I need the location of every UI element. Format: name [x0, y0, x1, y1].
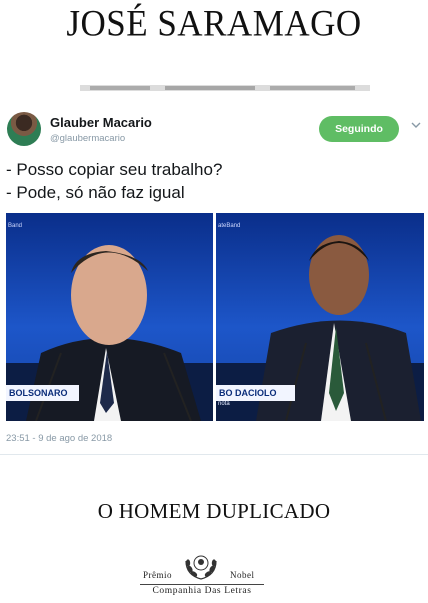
tweet-media[interactable]: Band BOLSONARO ateBand BO DACIOLO riota [6, 213, 424, 421]
debate-photo-left: Band BOLSONARO [6, 213, 213, 421]
tweet-divider [0, 454, 428, 455]
name-bar-right: BO DACIOLO [216, 385, 295, 401]
name-bar-left: BOLSONARO [6, 385, 79, 401]
tweet-text-line-2: - Pode, só não faz igual [6, 183, 185, 202]
tweet-text-line-1: - Posso copiar seu trabalho? [6, 160, 223, 179]
tweet-card: Glauber Macario @glaubermacario Seguindo… [0, 100, 428, 460]
chevron-down-icon[interactable] [411, 120, 421, 130]
channel-tag-left: Band [8, 223, 23, 229]
award-label-right: Nobel [230, 570, 255, 580]
publisher-logo: Prêmio Nobel Companhia Das Letras [140, 548, 290, 600]
award-label-left: Prêmio [143, 570, 172, 580]
user-handle[interactable]: @glaubermacario [50, 133, 125, 144]
following-button[interactable]: Seguindo [319, 116, 399, 142]
channel-tag-right: ateBand [218, 223, 241, 229]
book-title: O HOMEM DUPLICADO [97, 499, 331, 523]
publisher-name: Companhia Das Letras [140, 584, 264, 596]
laurel-wreath-icon [185, 555, 217, 580]
tweet-timestamp[interactable]: 23:51 - 9 de ago de 2018 [6, 433, 112, 444]
name-bar-right-sub: riota [218, 401, 230, 407]
user-name[interactable]: Glauber Macario [50, 115, 152, 130]
avatar[interactable] [7, 112, 41, 146]
book-author: JOSÉ SARAMAGO [66, 3, 362, 44]
blurred-text-strip [80, 85, 370, 91]
debate-photo-right: ateBand BO DACIOLO riota [216, 213, 424, 421]
